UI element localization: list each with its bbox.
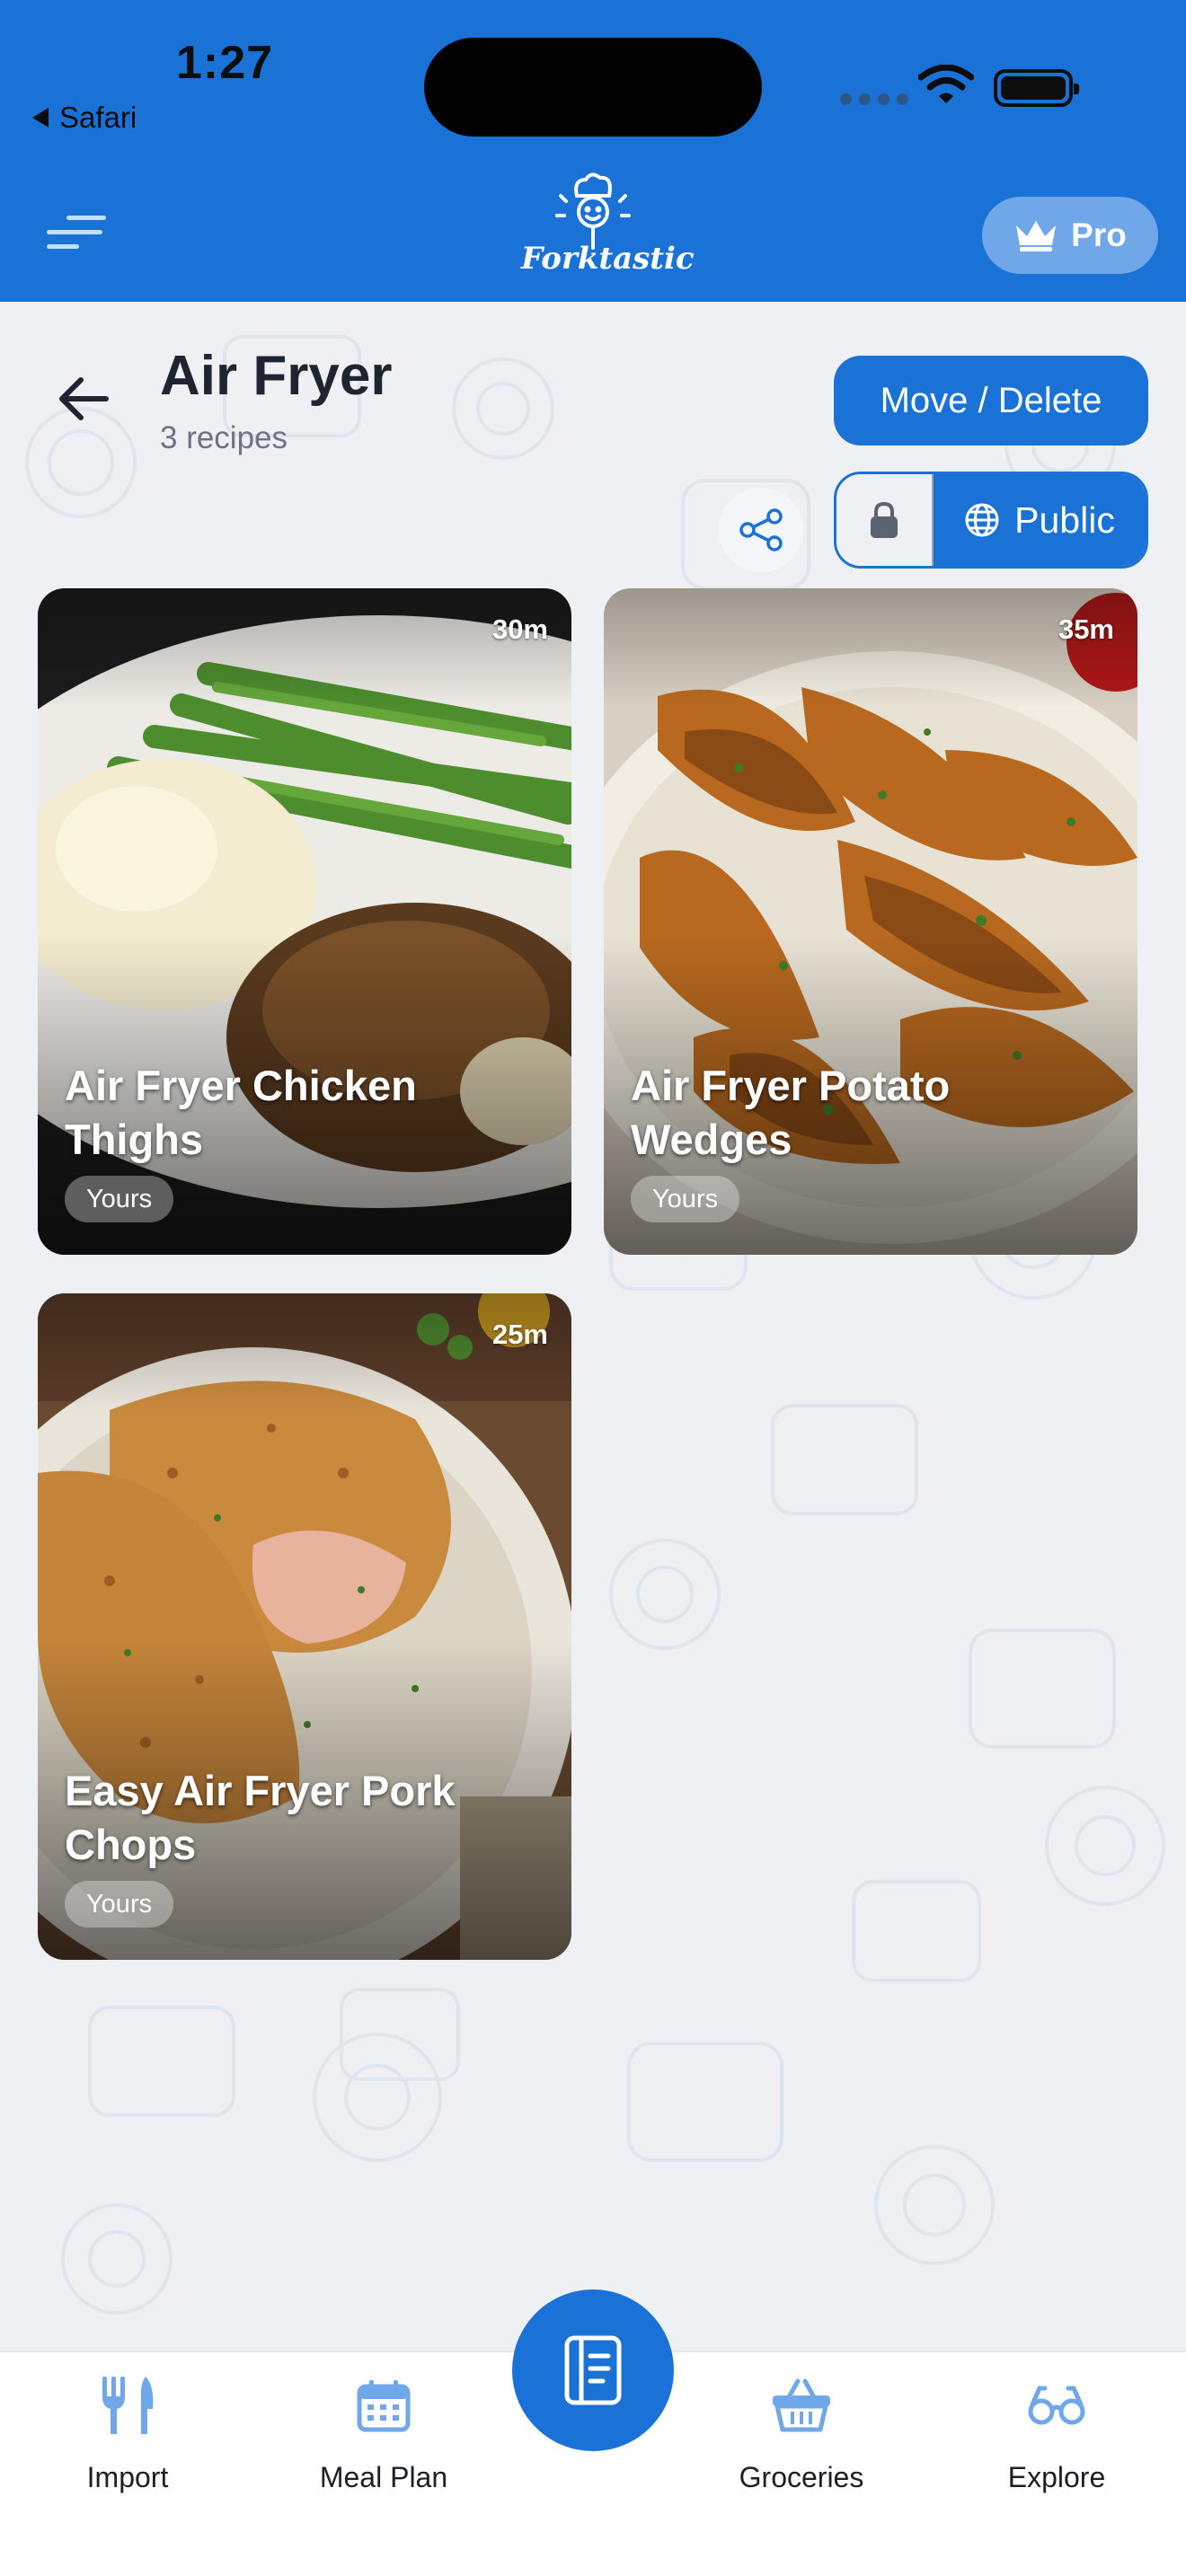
back-app-label: Safari <box>59 101 137 134</box>
battery-icon <box>994 69 1079 107</box>
back-arrow-icon[interactable] <box>56 371 111 427</box>
share-icon <box>739 508 783 551</box>
wifi-icon <box>918 65 974 103</box>
utensils-icon <box>102 2377 154 2434</box>
cook-time: 35m <box>1058 613 1114 645</box>
public-label: Public <box>1014 498 1115 541</box>
top-app-bar: 1:27 Safari Forktastic Pro <box>0 0 1186 302</box>
basket-icon <box>773 2378 830 2432</box>
private-option[interactable] <box>836 474 934 566</box>
lock-icon <box>871 501 898 538</box>
recipe-card[interactable]: 30m Air Fryer Chicken Thighs Yours <box>38 588 571 1255</box>
nav-label: Import <box>86 2461 169 2493</box>
crown-icon <box>1016 221 1057 251</box>
globe-icon <box>965 503 999 537</box>
move-delete-button[interactable]: Move / Delete <box>834 356 1148 446</box>
calendar-icon <box>357 2380 411 2432</box>
back-triangle-icon <box>32 108 49 128</box>
logo-text: Forktastic <box>521 241 695 277</box>
status-time: 1:27 <box>176 37 274 89</box>
nav-label: Groceries <box>739 2461 864 2493</box>
recipe-card[interactable]: 25m Easy Air Fryer Pork Chops Yours <box>38 1293 571 1960</box>
owner-badge: Yours <box>65 1176 174 1222</box>
recipe-title: Easy Air Fryer Pork Chops <box>65 1767 456 1868</box>
glasses-icon <box>1028 2386 1085 2425</box>
nav-item-explore[interactable]: Explore <box>958 2369 1155 2504</box>
recipe-book-icon <box>564 2335 622 2405</box>
nav-label: Meal Plan <box>319 2461 448 2493</box>
menu-button[interactable] <box>47 214 106 253</box>
recipe-card[interactable]: 35m Air Fryer Potato Wedges Yours <box>604 588 1137 1255</box>
pro-label: Pro <box>1071 216 1127 253</box>
share-button[interactable] <box>719 488 803 572</box>
nav-label: Explore <box>1007 2461 1106 2493</box>
forktastic-logo: Forktastic <box>521 169 695 295</box>
signal-dots-icon <box>840 93 908 105</box>
recipe-book-button[interactable] <box>512 2289 674 2451</box>
app-screen: 1:27 Safari Forktastic Pro Air Fryer 3 r… <box>0 0 1186 2576</box>
page-title: Air Fryer <box>160 345 393 407</box>
cook-time: 25m <box>491 1319 548 1350</box>
dynamic-island <box>424 38 762 137</box>
owner-badge: Yours <box>65 1881 174 1928</box>
cook-time: 30m <box>491 613 548 645</box>
recipe-title: Air Fryer Chicken Thighs <box>65 1062 417 1163</box>
recipe-title: Air Fryer Potato Wedges <box>631 1062 951 1163</box>
back-to-safari-link[interactable]: Safari <box>32 101 137 135</box>
nav-item-groceries[interactable]: Groceries <box>703 2369 900 2504</box>
owner-badge: Yours <box>631 1176 740 1222</box>
recipe-count: 3 recipes <box>160 420 288 455</box>
nav-item-import[interactable]: Import <box>29 2369 226 2504</box>
nav-item-meal-plan[interactable]: Meal Plan <box>285 2369 482 2504</box>
chef-fork-icon <box>555 172 631 250</box>
visibility-toggle: Public <box>834 472 1148 569</box>
pro-button[interactable]: Pro <box>982 197 1158 274</box>
public-option[interactable]: Public <box>934 474 1146 566</box>
